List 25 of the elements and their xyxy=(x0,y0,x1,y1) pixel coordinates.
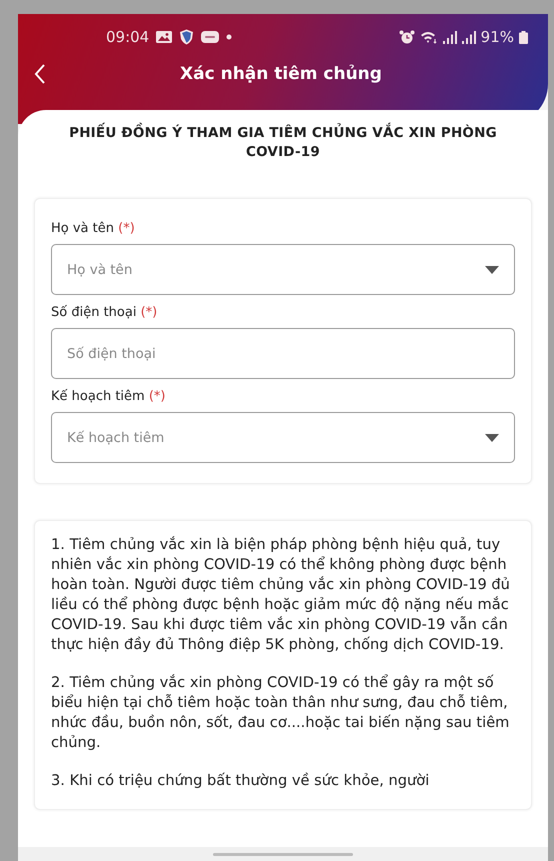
alarm-icon xyxy=(398,30,415,44)
status-time: 09:04 xyxy=(106,28,150,46)
chat-icon xyxy=(201,31,220,43)
shield-icon xyxy=(179,29,194,45)
terms-paragraph: 1. Tiêm chủng vắc xin là biện pháp phòng bệnh hiệu quả, tuy nhiên vắc xin phòng COVID-19 có thể không phòng được bệnh hoàn toàn. Người được tiêm chủng vắc xin phòng COVID-19 đủ liều có thể phòng được bệnh hoặc giảm mức độ nặng nếu mắc COVID-19. Sau khi được tiêm vắc xin phòng COVID-19 vẫn cần thực hiện đầy đủ Thông điệp 5K phòng, chống dịch COVID-19. xyxy=(51,535,511,655)
signal-icon xyxy=(442,30,457,44)
signal-icon xyxy=(462,30,476,44)
image-icon xyxy=(156,31,172,43)
battery-percent: 91% xyxy=(480,28,514,46)
caret-icon xyxy=(485,266,499,274)
home-handle[interactable] xyxy=(213,852,353,856)
field-label: Họ và tên (*) xyxy=(51,221,136,236)
dropdown-field[interactable]: Kế hoạch tiêm xyxy=(51,412,515,463)
field-label: Số điện thoại (*) xyxy=(51,305,158,320)
input-field[interactable]: Số điện thoại xyxy=(51,328,515,379)
terms-paragraph: 3. Khi có triệu chứng bất thường về sức khỏe, người xyxy=(51,771,430,791)
dropdown-field[interactable]: Họ và tên xyxy=(51,244,515,295)
battery-icon xyxy=(519,30,528,44)
caret-icon xyxy=(485,434,499,442)
wifi-icon xyxy=(420,30,438,44)
page-title: Xác nhận tiêm chủng xyxy=(179,64,383,84)
form-title: PHIẾU ĐỒNG Ý THAM GIA TIÊM CHỦNG VẮC XIN PHÒNG COVID-19 xyxy=(34,124,532,162)
field-label: Kế hoạch tiêm (*) xyxy=(51,389,166,404)
terms-paragraph: 2. Tiêm chủng vắc xin phòng COVID-19 có thể gây ra một số biểu hiện tại chỗ tiêm hoặc toàn thân như sưng, đau chỗ tiêm, nhức đầu, buồn nôn, sốt, đau cơ....hoặc tai biến nặng sau tiêm chủng. xyxy=(51,673,510,753)
dot-icon xyxy=(226,34,232,40)
